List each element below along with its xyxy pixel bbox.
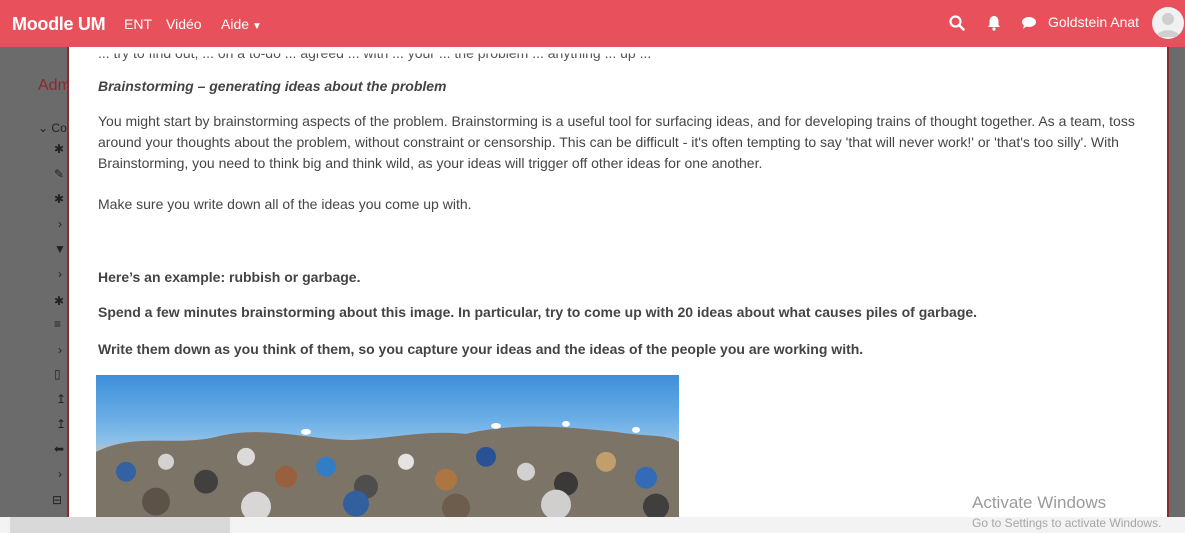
chevron-right-icon[interactable]: › (58, 217, 62, 231)
caret-down-icon: ▼ (252, 21, 262, 32)
user-avatar-icon (1156, 13, 1180, 37)
activate-windows-title: Activate Windows (972, 493, 1107, 512)
bell-icon[interactable] (985, 14, 1003, 32)
nav-dropdown-aide[interactable]: Aide ▼ (221, 16, 262, 32)
nav-dropdown-aide-label: Aide (221, 16, 250, 32)
upload-icon[interactable]: ↥ (56, 417, 66, 431)
sidebar-collapse[interactable]: ⌄ Co (38, 121, 67, 135)
nav-link-video[interactable]: Vidéo (166, 16, 202, 32)
document-icon[interactable]: ▯ (54, 367, 61, 381)
section-subheading: Brainstorming – generating ideas about t… (98, 78, 447, 94)
brand-logo[interactable]: Moodle UM (12, 14, 106, 35)
sidebar-title: Adm (38, 77, 71, 94)
chevron-right-icon[interactable]: › (58, 467, 62, 481)
upload-icon[interactable]: ↥ (56, 392, 66, 406)
gear-icon[interactable]: ✱ (54, 192, 64, 206)
chevron-right-icon[interactable]: › (58, 267, 62, 281)
instruction-line-2: Write them down as you think of them, so… (98, 341, 864, 357)
bottom-block (10, 517, 230, 533)
gear-icon[interactable]: ✱ (54, 294, 64, 308)
filter-icon[interactable]: ▼ (54, 242, 66, 256)
paragraph-write-down: Make sure you write down all of the idea… (98, 196, 472, 212)
gear-icon[interactable]: ✱ (54, 142, 64, 156)
chevron-down-icon: ⌄ (38, 121, 49, 135)
sidebar-collapse-label: Co (51, 121, 67, 135)
pencil-icon[interactable]: ✎ (54, 167, 64, 181)
garbage-pile-image (96, 375, 679, 521)
example-line: Here’s an example: rubbish or garbage. (98, 269, 361, 285)
nav-link-ent[interactable]: ENT (124, 16, 152, 32)
search-icon[interactable] (948, 14, 966, 32)
user-name[interactable]: Goldstein Anat (1048, 14, 1139, 30)
activate-windows-subtitle: Go to Settings to activate Windows. (972, 516, 1162, 530)
right-backdrop (1169, 47, 1185, 517)
archive-icon[interactable]: ⊟ (52, 493, 62, 507)
instruction-line-1: Spend a few minutes brainstorming about … (98, 304, 978, 320)
cut-off-text-line: ... try to find out, ... on a to-do ... … (98, 47, 652, 62)
arrow-left-icon[interactable]: ⬅ (54, 442, 64, 456)
list-icon[interactable]: ≡ (54, 317, 61, 331)
chevron-right-icon[interactable]: › (58, 343, 62, 357)
paragraph-brainstorming: You might start by brainstorming aspects… (98, 113, 1135, 171)
garbage-pile-graphic (96, 420, 679, 521)
chat-icon[interactable] (1020, 14, 1038, 32)
avatar[interactable] (1152, 7, 1184, 39)
top-navbar: Moodle UM ENT Vidéo Aide ▼ Goldstein Anat (0, 0, 1185, 47)
